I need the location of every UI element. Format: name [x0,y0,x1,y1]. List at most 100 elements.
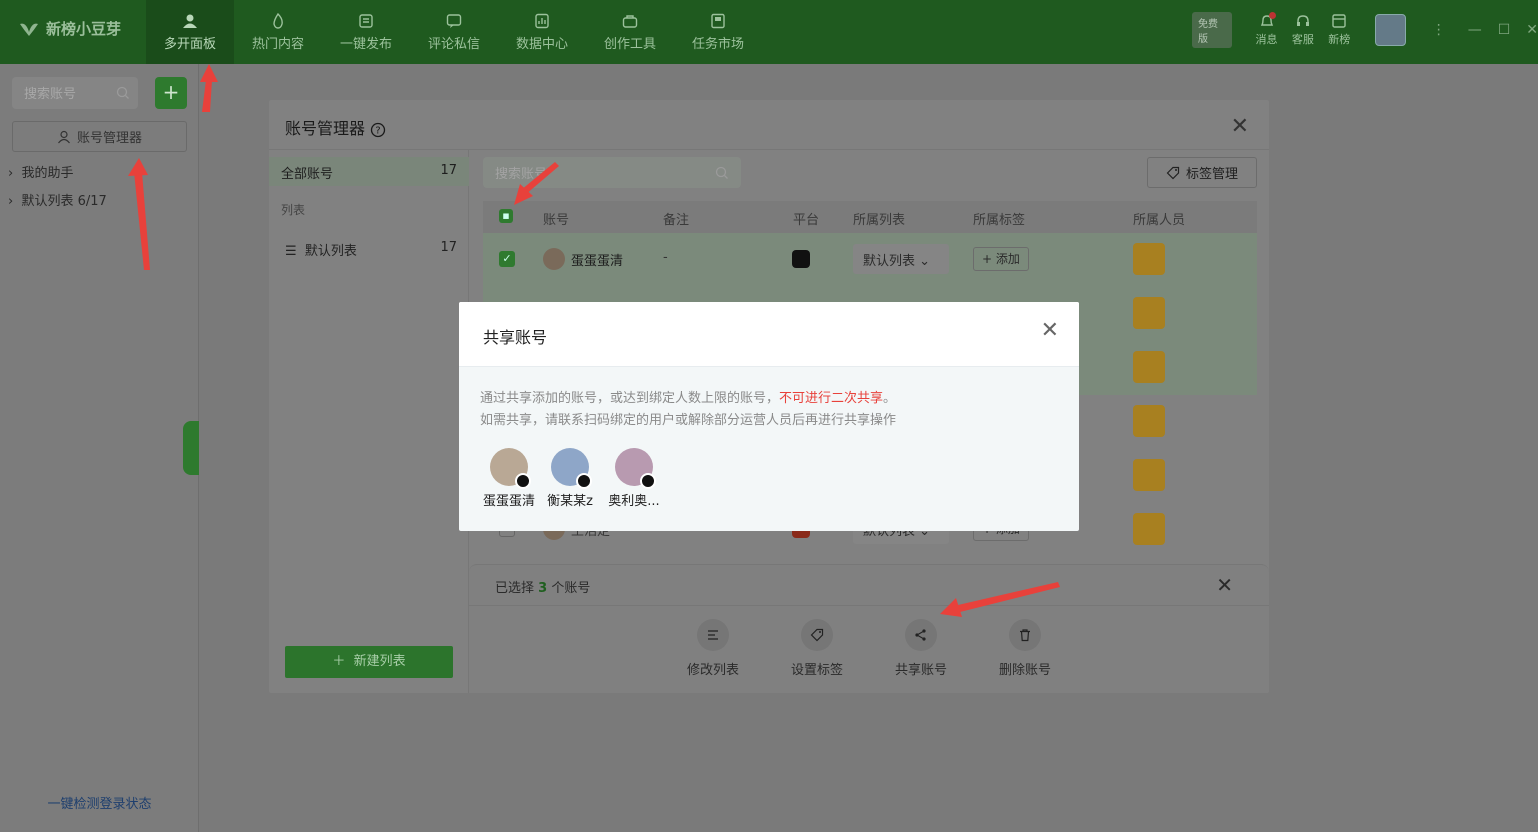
nav-label: 评论私信 [427,36,480,52]
news-button[interactable]: 新榜 [1325,13,1353,47]
tree-label: 默认列表 6/17 [21,194,107,209]
window-menu-icon[interactable]: ⋮ [1432,22,1446,38]
set-tag-button[interactable]: 设置标签 [777,619,857,678]
side-all-label: 全部账号 [281,167,334,182]
close-icon[interactable]: ✕ [1041,318,1059,343]
main-nav: 多开面板 热门内容 一键发布 评论私信 数据中心 创作工具 任务市场 [146,0,762,64]
col-note: 备注 [663,213,690,228]
tree-label: 我的助手 [21,166,74,181]
left-search-input[interactable]: 搜索账号 [12,77,138,109]
row-list-value: 默认列表 [863,254,916,269]
data-icon [535,13,549,28]
nav-multi-panel[interactable]: 多开面板 [146,0,234,64]
member-avatar-icon [1133,513,1165,545]
select-all-checkbox[interactable]: ▪ [499,209,513,223]
version-badge[interactable]: 免费版 [1192,12,1233,48]
top-right-tools: 免费版 消息 客服 新榜 ⋮ — ☐ ✕ [1192,12,1538,48]
edit-list-button[interactable]: 修改列表 [673,619,753,678]
nav-create-tools[interactable]: 创作工具 [586,0,674,64]
shared-account-item: 衡某某z [536,448,604,509]
account-name: 奥利奥... [608,494,660,509]
messages-button[interactable]: 消息 [1252,12,1280,47]
nav-publish[interactable]: 一键发布 [322,0,410,64]
desc-warning: 不可进行二次共享 [779,391,884,406]
avatar [543,248,565,270]
row-list-select[interactable]: 默认列表 ⌄ [853,244,949,274]
avatar [490,448,531,489]
service-button[interactable]: 客服 [1289,13,1317,47]
annotation-arrow [200,64,218,112]
member-avatar-icon [1133,351,1165,383]
account-manager-button[interactable]: 账号管理器 [12,121,187,152]
sprout-icon [20,23,38,36]
side-all-accounts[interactable]: 全部账号 17 [269,157,469,186]
side-caption: 列表 [281,203,306,217]
nav-task-market[interactable]: 任务市场 [674,0,762,64]
collapse-handle[interactable] [183,421,199,475]
top-bar: 新榜小豆芽 多开面板 热门内容 一键发布 评论私信 数据中心 创作工具 任务市场… [0,0,1538,64]
member-avatar-icon [1133,459,1165,491]
nav-label: 数据中心 [515,36,568,52]
svg-text:?: ? [375,125,380,136]
modal-title: 共享账号 [483,328,548,347]
delete-account-button[interactable]: 删除账号 [985,619,1065,678]
row-checkbox[interactable]: ✓ [499,251,515,267]
new-list-button[interactable]: ＋ 新建列表 [285,646,453,678]
table-row[interactable]: ✓ 蛋蛋蛋清 - 默认列表 ⌄ + 添加 [483,233,1257,287]
tiktok-icon [640,473,656,489]
user-icon [58,130,70,143]
service-label: 客服 [1291,33,1314,46]
tiktok-icon [576,473,592,489]
col-tag: 所属标签 [973,213,1026,228]
dialog-title: 账号管理器 ? [285,115,386,139]
nav-label: 一键发布 [339,36,392,52]
nav-comments[interactable]: 评论私信 [410,0,498,64]
list-icon: ☰ [285,244,297,259]
desc-line1: 通过共享添加的账号，或达到绑定人数上限的账号， [480,391,780,406]
nav-data-center[interactable]: 数据中心 [498,0,586,64]
app-logo: 新榜小豆芽 [18,18,121,39]
left-panel: 搜索账号 + 账号管理器 › 我的助手 › 默认列表 6/17 一键检测登录状态 [0,64,199,832]
share-account-button[interactable]: 共享账号 [881,619,961,678]
close-window-icon[interactable]: ✕ [1526,22,1538,38]
nav-hot-content[interactable]: 热门内容 [234,0,322,64]
selection-number: 3 [538,581,548,596]
help-icon[interactable]: ? [370,122,386,138]
minimize-icon[interactable]: — [1468,22,1482,38]
side-all-count: 17 [440,163,457,178]
tree-item-assistant[interactable]: › 我的助手 [8,162,73,181]
tiktok-icon [515,473,531,489]
modal-header: 共享账号 ✕ [459,302,1079,367]
nav-label: 多开面板 [163,36,216,52]
close-icon[interactable]: ✕ [1216,573,1233,597]
toolbox-icon [622,14,638,28]
tag-manage-button[interactable]: 标签管理 [1147,157,1257,188]
tree-item-default-list[interactable]: › 默认列表 6/17 [8,190,107,209]
row-add-tag-button[interactable]: + 添加 [973,247,1029,271]
check-login-link[interactable]: 一键检测登录状态 [0,793,199,812]
account-name: 蛋蛋蛋清 [482,494,535,509]
trash-icon [1020,629,1030,642]
chevron-right-icon: › [8,166,14,181]
shared-account-item: 奥利奥... [600,448,668,509]
avatar [615,448,656,489]
fire-icon [273,12,283,29]
message-icon [446,13,462,28]
nav-label: 创作工具 [603,36,656,52]
action-label: 设置标签 [790,663,843,678]
col-account: 账号 [543,213,570,228]
col-platform: 平台 [793,213,820,228]
nav-label: 任务市场 [691,36,744,52]
close-icon[interactable]: ✕ [1231,114,1249,139]
side-default-list[interactable]: ☰ 默认列表 17 [269,240,469,259]
user-avatar[interactable] [1375,14,1406,46]
account-name: 衡某某z [547,494,593,509]
batch-action-bar: 已选择 3 个账号 ✕ 修改列表 设置标签 共享账号 删除账号 [469,564,1269,693]
publish-icon [359,13,373,28]
task-icon [711,13,725,28]
maximize-icon[interactable]: ☐ [1498,22,1511,38]
unread-dot [1268,12,1276,19]
row-account-name: 蛋蛋蛋清 [571,254,624,269]
manager-search-input[interactable]: 搜索账号 [483,157,741,188]
add-account-button[interactable]: + [155,77,187,109]
